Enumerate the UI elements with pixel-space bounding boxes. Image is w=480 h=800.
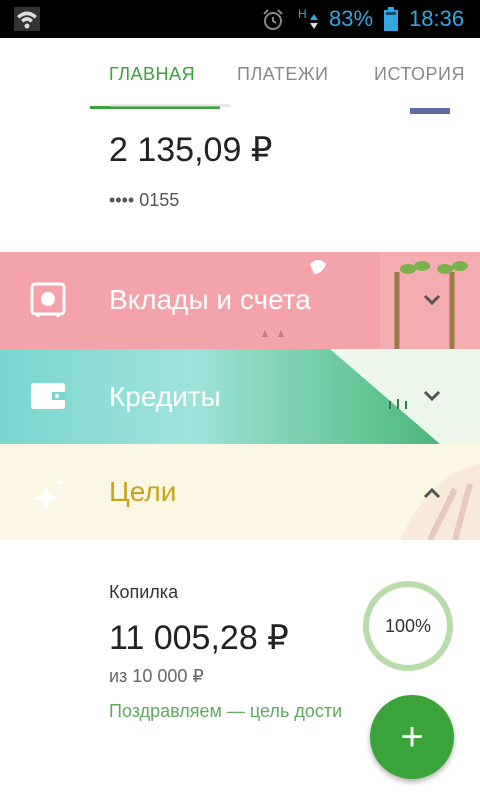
card-number: •••• 0155 (109, 190, 180, 210)
battery-percent: 83% (329, 6, 374, 31)
alarm-icon (263, 9, 283, 30)
tab-bar: ГЛАВНАЯ ПЛАТЕЖИ ИСТОРИЯ (0, 38, 480, 110)
add-button[interactable]: + (370, 695, 454, 779)
section-deposits[interactable]: Вклады и счета (0, 252, 480, 349)
goal-name: Копилка (109, 582, 179, 602)
credits-decoration (330, 349, 480, 444)
goal-target: из 10 000 ₽ (109, 666, 204, 686)
svg-text:H: H (298, 7, 307, 21)
status-bar: H 83% 18:36 (0, 0, 480, 38)
battery-icon (384, 7, 398, 31)
goal-status: Поздравляем — цель дости (109, 701, 343, 721)
card-name-clipped (110, 104, 230, 115)
tab-payments[interactable]: ПЛАТЕЖИ (237, 64, 328, 85)
network-icon: H (298, 7, 318, 29)
goal-amount: 11 005,28 ₽ (109, 619, 289, 657)
chevron-up-icon[interactable] (422, 486, 442, 500)
card-balance: 2 135,09 ₽ (109, 131, 273, 169)
clock: 18:36 (409, 6, 465, 31)
goals-decoration (400, 464, 480, 540)
goal-item[interactable]: Копилка 11 005,28 ₽ из 10 000 ₽ Поздравл… (0, 540, 480, 800)
section-credits[interactable]: Кредиты (0, 349, 480, 444)
chevron-down-icon[interactable] (422, 389, 442, 403)
section-goals[interactable]: Цели (0, 444, 480, 540)
sparkle-icon (32, 476, 66, 512)
credits-title: Кредиты (109, 381, 221, 412)
tab-home[interactable]: ГЛАВНАЯ (109, 64, 195, 85)
wallet-icon (31, 383, 66, 409)
deposits-title: Вклады и счета (109, 284, 311, 315)
card-logo (410, 108, 450, 114)
tab-history[interactable]: ИСТОРИЯ (374, 64, 465, 85)
card-widget[interactable]: 2 135,09 ₽ •••• 0155 (0, 104, 480, 252)
goals-title: Цели (109, 476, 177, 507)
wifi-icon (14, 7, 40, 31)
goal-progress-label: 100% (384, 615, 432, 636)
chevron-down-icon[interactable] (422, 293, 442, 307)
safe-icon (30, 282, 66, 317)
